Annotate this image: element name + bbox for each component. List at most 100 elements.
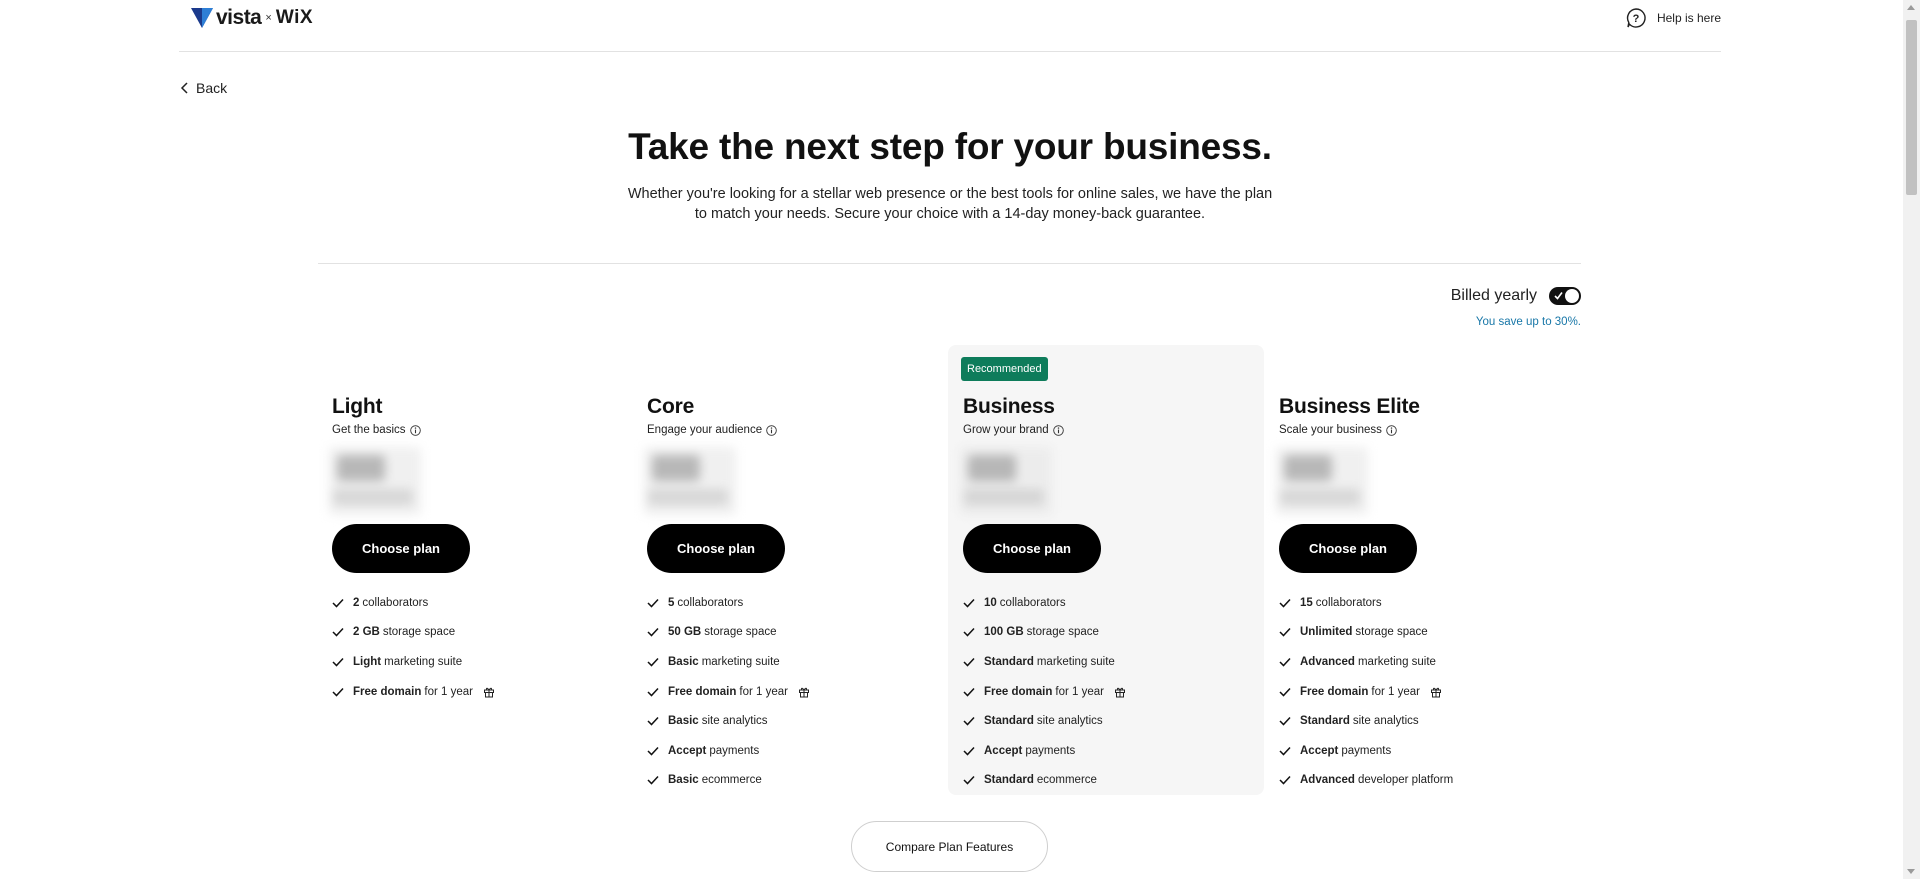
page-title: Take the next step for your business. [628, 126, 1272, 167]
scroll-thumb[interactable] [1906, 20, 1917, 195]
feature-bold-text: 15 [1300, 596, 1313, 609]
plan-tagline: Grow your brand [963, 424, 1064, 436]
check-icon [1279, 776, 1291, 785]
feature-text: storage space [1355, 626, 1428, 639]
price-blur-period [1280, 489, 1360, 505]
feature-text: developer platform [1357, 774, 1454, 787]
info-icon[interactable] [1052, 424, 1064, 436]
logo-wix-text: WiX [275, 7, 314, 28]
feature-bold-text: Light [353, 655, 382, 668]
feature-text: for 1 year [1055, 685, 1104, 698]
choose-plan-button[interactable]: Choose plan [332, 524, 470, 573]
feature-text: ecommerce [1036, 774, 1097, 787]
price-blurred [1276, 447, 1376, 517]
page-subtitle: Whether you're looking for a stellar web… [627, 186, 1273, 222]
gift-icon[interactable] [483, 686, 495, 698]
feature-bold-text: Free domain [668, 685, 737, 698]
back-label: Back [196, 80, 228, 96]
choose-plan-button[interactable]: Choose plan [963, 524, 1101, 573]
feature-item: Standard site analytics [1279, 706, 1453, 736]
feature-bold-text: Basic [668, 655, 699, 668]
feature-text: storage space [1026, 626, 1099, 639]
price-blur-period [964, 489, 1044, 505]
feature-text: collaborators [362, 596, 429, 609]
feature-bold-text: 2 [353, 596, 360, 609]
feature-item: 2 collaborators [332, 588, 495, 618]
plan-card-business: Recommended Business Grow your brand Cho… [948, 345, 1264, 795]
plan-name: Light [332, 395, 383, 418]
feature-item: Basic ecommerce [647, 766, 810, 796]
feature-text: payments [1025, 744, 1076, 757]
gift-icon[interactable] [1114, 686, 1126, 698]
save-note: You save up to 30%. [1475, 316, 1581, 328]
gift-icon[interactable] [1430, 686, 1442, 698]
back-link[interactable]: Back [180, 80, 227, 96]
feature-text: marketing suite [701, 655, 780, 668]
feature-bold-text: Unlimited [1300, 626, 1353, 639]
vista-logo-icon [191, 8, 213, 28]
feature-text: site analytics [1036, 715, 1103, 728]
check-icon [963, 687, 975, 697]
feature-item: 10 collaborators [963, 588, 1126, 618]
help-label: Help is here [1656, 11, 1721, 25]
plan-card-core: Core Engage your audience Choose plan 5 … [632, 345, 948, 795]
feature-bold-text: Advanced [1300, 655, 1355, 668]
scroll-up-arrow-icon[interactable] [1907, 5, 1915, 10]
check-icon [332, 598, 344, 608]
vista-wix-logo[interactable]: vista × WiX [191, 6, 313, 30]
feature-item: Accept payments [647, 736, 810, 766]
help-link[interactable]: ? Help is here [1625, 7, 1721, 29]
compare-plan-features-button[interactable]: Compare Plan Features [851, 821, 1048, 872]
feature-item: Basic site analytics [647, 706, 810, 736]
choose-plan-button[interactable]: Choose plan [1279, 524, 1417, 573]
scroll-down-arrow-icon[interactable] [1907, 869, 1915, 874]
check-icon [332, 657, 344, 667]
check-icon [332, 687, 344, 697]
feature-bold-text: Accept [1300, 744, 1339, 757]
feature-bold-text: Standard [984, 774, 1034, 787]
feature-text: marketing suite [1036, 655, 1115, 668]
price-blurred [329, 447, 429, 517]
plan-card-business-elite: Business Elite Scale your business Choos… [1264, 345, 1580, 795]
feature-item: Standard marketing suite [963, 647, 1126, 677]
billing-yearly-toggle[interactable] [1549, 287, 1581, 305]
check-icon [963, 598, 975, 608]
check-icon [647, 598, 659, 608]
feature-list: 2 collaborators 2 GB storage space Light… [332, 588, 495, 706]
check-icon [647, 628, 659, 637]
feature-item: 100 GB storage space [963, 618, 1126, 648]
check-icon [647, 746, 659, 756]
feature-text: marketing suite [384, 655, 463, 668]
check-icon [963, 717, 975, 726]
feature-item: Free domain for 1 year [963, 677, 1126, 707]
feature-item: Light marketing suite [332, 647, 495, 677]
logo-vista-text: vista [216, 6, 262, 29]
feature-bold-text: Basic [668, 715, 699, 728]
help-question-icon: ? [1626, 8, 1646, 28]
check-icon [647, 717, 659, 726]
feature-item: Advanced marketing suite [1279, 647, 1453, 677]
info-icon[interactable] [766, 424, 777, 436]
info-icon[interactable] [1386, 424, 1397, 436]
feature-item: 15 collaborators [1279, 588, 1453, 618]
check-icon [1279, 687, 1291, 697]
feature-item: Accept payments [1279, 736, 1453, 766]
feature-bold-text: 50 GB [668, 626, 702, 639]
gift-icon[interactable] [798, 686, 810, 698]
info-icon[interactable] [409, 424, 421, 436]
feature-text: storage space [704, 626, 777, 639]
check-icon [1279, 657, 1291, 667]
check-icon [963, 628, 975, 637]
check-icon [647, 776, 659, 785]
price-blur-amount [652, 455, 700, 481]
recommended-badge: Recommended [961, 357, 1048, 381]
check-icon [1279, 717, 1291, 726]
feature-bold-text: Free domain [1300, 685, 1369, 698]
plan-name: Business Elite [1279, 395, 1420, 418]
choose-plan-button[interactable]: Choose plan [647, 524, 785, 573]
feature-text: collaborators [999, 596, 1066, 609]
feature-text: ecommerce [701, 774, 762, 787]
price-blur-period [648, 489, 728, 505]
feature-bold-text: 10 [984, 596, 997, 609]
page-scrollbar[interactable] [1903, 0, 1920, 879]
